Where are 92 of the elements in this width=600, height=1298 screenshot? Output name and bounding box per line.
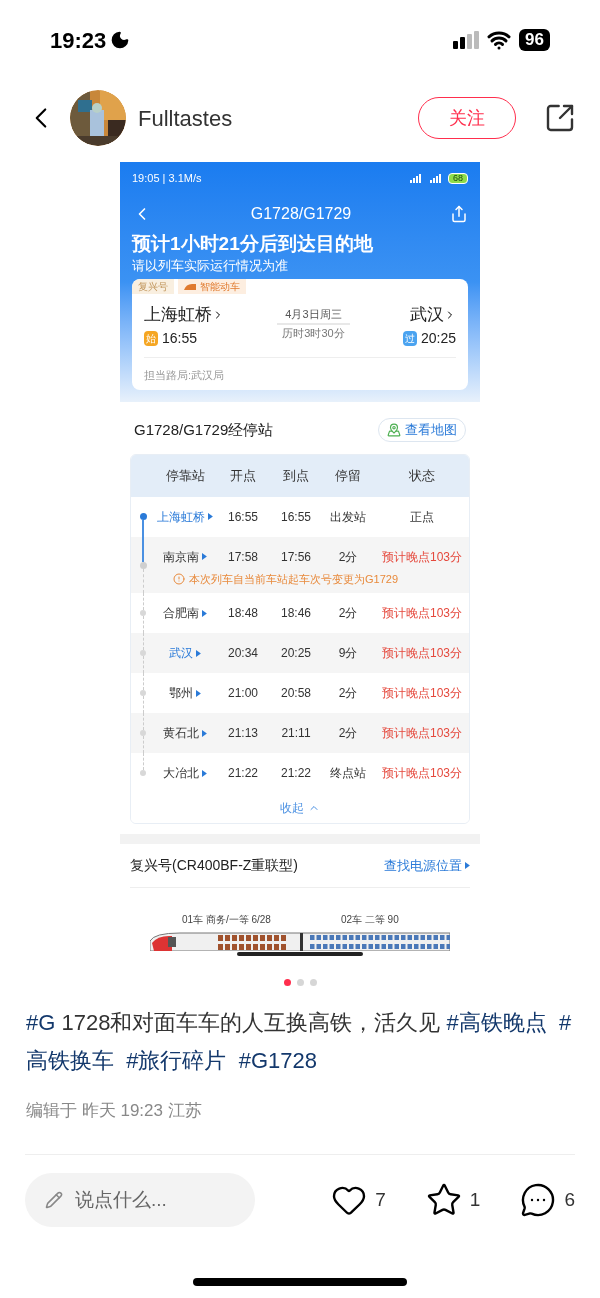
- departure-cell-text: 17:58: [227, 548, 259, 566]
- travel-date: 4月3日周三: [277, 306, 350, 325]
- car-label: 01车 商务/一等 6/28: [182, 913, 271, 928]
- stop-row[interactable]: 武汉 20:34 20:25 9分 预计晚点103分: [131, 633, 469, 674]
- start-badge: 始: [144, 330, 158, 346]
- status-cell-text: 预计晚点103分: [381, 605, 463, 623]
- status-cell-text: 预计晚点103分: [381, 645, 463, 663]
- signal-icon: [410, 174, 444, 183]
- arrival-cell-text: 16:55: [280, 508, 312, 526]
- stops-title: G1728/G1729经停站: [134, 419, 274, 440]
- station-name[interactable]: 武汉: [169, 644, 194, 663]
- status-cell-text: 预计晚点103分: [381, 725, 463, 743]
- star-icon[interactable]: [425, 1181, 462, 1218]
- departure-cell-text: 16:55: [227, 508, 259, 526]
- battery-indicator: 96: [519, 29, 550, 51]
- alert-icon: [173, 573, 185, 585]
- column-header: 状态: [408, 467, 436, 485]
- departure-cell-text: 21:13: [227, 725, 259, 743]
- stay-cell-text: 9分: [337, 645, 359, 663]
- battery-level: 68: [448, 173, 468, 184]
- stay-cell-text: 2分: [337, 685, 359, 703]
- triangle-icon: [202, 769, 207, 777]
- pencil-icon: [45, 1190, 63, 1209]
- author-name[interactable]: Fulltastes: [138, 101, 406, 135]
- comment-field[interactable]: 说点什么...: [25, 1172, 255, 1227]
- triangle-icon: [202, 609, 207, 617]
- moon-icon: [110, 30, 131, 50]
- stay-cell-text: 2分: [337, 548, 359, 566]
- triangle-icon: [196, 649, 201, 657]
- nav-title: G1728/G1729: [250, 203, 352, 224]
- status-cell-text: 预计晚点103分: [381, 685, 463, 703]
- status-time: 19:05 | 3.1M/s: [132, 171, 202, 187]
- stop-row[interactable]: 南京南 17:58 17:56 2分 预计晚点103分 本次列车自当前车站起车次号变更为G1729: [131, 536, 469, 594]
- stay-cell-text: 终点站: [329, 765, 367, 783]
- signal-icon: [453, 31, 480, 49]
- column-header: 开点: [229, 467, 257, 485]
- station-name[interactable]: 鄂州: [169, 684, 194, 703]
- departure-cell-text: 21:22: [227, 765, 259, 783]
- arrival-cell-text: 18:46: [280, 605, 312, 623]
- arrival-cell-text: 20:58: [280, 685, 312, 703]
- column-header: 停留: [334, 467, 362, 485]
- status-cell-text: 正点: [409, 508, 435, 526]
- headline: 预计1小时21分后到达目的地: [132, 232, 374, 256]
- status-cell-text: 预计晚点103分: [381, 765, 463, 783]
- departure-cell-text: 20:34: [227, 645, 259, 663]
- departure-cell-text: 18:48: [227, 605, 259, 623]
- power-location-link[interactable]: 查找电源位置: [384, 856, 463, 876]
- triangle-icon: [202, 729, 207, 737]
- train-tag: 智能动车: [178, 279, 246, 295]
- station-name[interactable]: 南京南: [163, 547, 200, 566]
- stop-row[interactable]: 黄石北 21:13 21:11 2分 预计晚点103分: [131, 713, 469, 754]
- edit-meta: 编辑于 昨天 19:23 江苏: [25, 1100, 203, 1123]
- departure-cell-text: 21:00: [227, 685, 259, 703]
- train-tag: 复兴号: [132, 279, 174, 295]
- train-model: 复兴号(CR400BF-Z重联型): [130, 856, 298, 876]
- comment-count: 6: [564, 1187, 575, 1212]
- subtitle: 请以列车实际运行情况为准: [132, 256, 289, 275]
- bureau-text: 担当路局:武汉局: [144, 368, 225, 381]
- status-cell-text: 预计晚点103分: [381, 548, 463, 566]
- map-icon: [387, 422, 401, 437]
- station-name[interactable]: 大冶北: [163, 764, 200, 783]
- arrival-cell-text: 17:56: [280, 548, 312, 566]
- clock: 19:23: [50, 26, 107, 55]
- pass-badge: 过: [402, 330, 417, 346]
- travel-duration: 历时3时30分: [282, 325, 345, 341]
- star-count: 1: [469, 1187, 481, 1212]
- comment-icon[interactable]: [520, 1181, 557, 1218]
- departure-time: 16:55: [162, 328, 198, 348]
- triangle-icon: [208, 513, 213, 521]
- train-icon: [184, 283, 196, 290]
- arrival-cell-text: 21:11: [280, 725, 312, 743]
- arrival-cell-text: 21:22: [280, 765, 312, 783]
- to-station[interactable]: 武汉: [410, 302, 444, 328]
- column-header: 到点: [282, 467, 310, 485]
- stay-cell-text: 2分: [337, 605, 359, 623]
- change-notice: 本次列车自当前车站起车次号变更为G1729: [189, 571, 399, 587]
- triangle-icon: [196, 689, 201, 697]
- triangle-icon: [202, 553, 207, 561]
- car-label: 02车 二等 90: [340, 913, 399, 928]
- station-name[interactable]: 黄石北: [163, 724, 200, 743]
- stay-cell-text: 2分: [337, 725, 359, 743]
- share-icon[interactable]: [544, 102, 576, 134]
- column-header: 停靠站: [164, 467, 206, 485]
- post-caption: #G 1728和对面车车的人互换高铁，活久见 #高铁晚点 #高铁换车 #旅行碎片 #G1728: [25, 1009, 573, 1076]
- like-count: 7: [375, 1187, 386, 1212]
- triangle-icon: [465, 862, 470, 870]
- station-name[interactable]: 上海虹桥: [157, 507, 206, 526]
- from-station[interactable]: 上海虹桥: [144, 302, 212, 328]
- station-name[interactable]: 合肥南: [163, 604, 200, 623]
- stay-cell-text: 出发站: [329, 508, 367, 526]
- arrival-cell-text: 20:25: [280, 645, 312, 663]
- arrival-time: 20:25: [420, 328, 456, 348]
